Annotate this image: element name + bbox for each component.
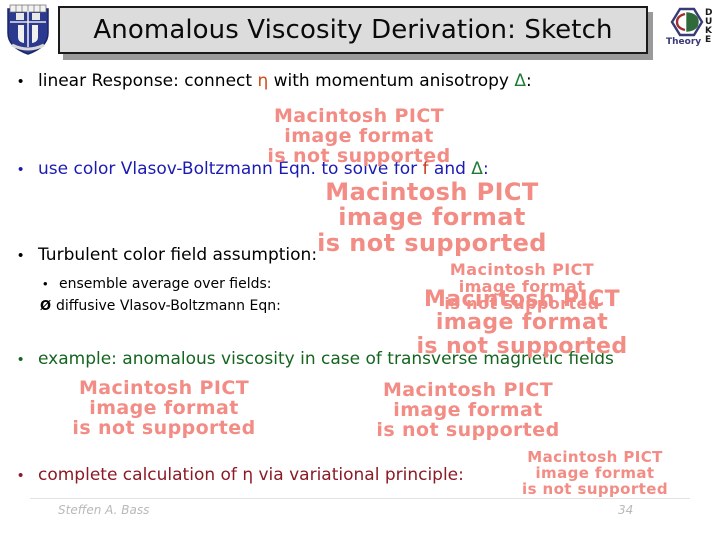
slide-header: Anomalous Viscosity Derivation: Sketch D… (0, 0, 720, 62)
pict-placeholder-1: Macintosh PICT image format is not suppo… (267, 105, 451, 168)
bullet-text-5: complete calculation of η via variationa… (38, 465, 464, 485)
pict-placeholder-5: Macintosh PICT image format is not suppo… (72, 377, 256, 440)
duke-theory-logo: D U K E Theory (666, 7, 713, 47)
pict-placeholder-7: Macintosh PICT image format is not suppo… (522, 448, 668, 498)
sub-bullet-row-1: • ensemble average over fields: (43, 276, 272, 292)
pict-placeholder-2: Macintosh PICT image format is not suppo… (317, 178, 547, 257)
bullet-row-1: • linear Response: connect η with moment… (18, 72, 532, 91)
footer-page-number: 34 (618, 503, 634, 517)
bullet-1-part-0: linear Response: connect (38, 71, 258, 91)
footer-divider (30, 498, 690, 499)
page-title: Anomalous Viscosity Derivation: Sketch (93, 15, 613, 45)
bullet-row-5: • complete calculation of η via variatio… (18, 466, 464, 485)
bullet-1-part-4: : (526, 71, 532, 91)
eta-symbol: η (257, 71, 269, 91)
sub-bullet-text-1: ensemble average over fields: (59, 276, 272, 292)
svg-text:Theory: Theory (666, 37, 701, 47)
arrow-bullet-icon: Ø (40, 299, 52, 314)
title-box: Anomalous Viscosity Derivation: Sketch (58, 6, 648, 54)
duke-shield-logo (7, 4, 49, 55)
bullet-marker: • (18, 161, 24, 178)
bullet-marker: • (18, 247, 24, 264)
delta-symbol: Δ (514, 71, 527, 91)
bullet-marker: • (18, 467, 24, 484)
pict-placeholder-6: Macintosh PICT image format is not suppo… (376, 379, 560, 442)
footer-author: Steffen A. Bass (58, 503, 150, 517)
pict-placeholder-4: Macintosh PICT image format is not suppo… (416, 287, 628, 359)
sub-bullet-row-2: Ø diffusive Vlasov-Boltzmann Eqn: (40, 298, 281, 314)
bullet-marker: • (18, 351, 24, 368)
sub-bullet-marker: • (43, 276, 48, 291)
svg-text:E: E (705, 35, 711, 45)
sub-bullet-text-2: diffusive Vlasov-Boltzmann Eqn: (56, 298, 281, 314)
bullet-marker: • (18, 73, 24, 90)
bullet-text-1: linear Response: connect η with momentum… (38, 72, 532, 91)
bullet-1-part-2: with momentum anisotropy (268, 71, 515, 91)
